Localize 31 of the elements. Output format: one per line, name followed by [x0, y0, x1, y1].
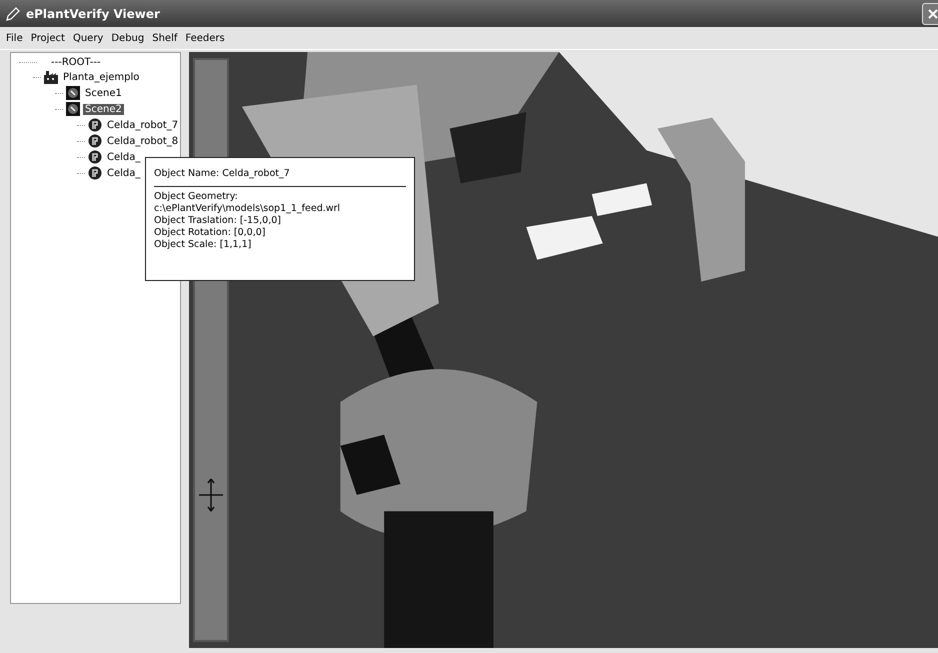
robot-icon [88, 134, 102, 148]
menu-item[interactable]: Shelf [152, 32, 178, 44]
scene-icon [66, 86, 80, 100]
tooltip-line: c:\ePlantVerify\models\sop1_1_feed.wrl [154, 203, 342, 215]
factory-icon [44, 70, 58, 84]
close-button[interactable] [922, 2, 938, 24]
scene-icon [66, 102, 80, 116]
menu-item[interactable]: Query [72, 32, 104, 44]
menu-item[interactable]: Project [30, 32, 65, 44]
tooltip-line: Object Rotation: [0,0,0] [154, 227, 266, 239]
tree-item[interactable]: Scene2 [83, 104, 124, 114]
tree-item[interactable]: Scene1 [83, 88, 124, 98]
tree-item[interactable]: Celda_robot_8 [105, 136, 180, 146]
tree-item[interactable]: Planta_ejemplo [61, 72, 142, 82]
tooltip-line: Object Geometry: [154, 191, 239, 203]
tree-item[interactable]: Celda_ [105, 152, 142, 162]
menu-item[interactable]: Feeders [185, 32, 225, 44]
menu-item[interactable]: File [6, 32, 23, 44]
tooltip-line: Object Scale: [1,1,1] [154, 239, 252, 251]
close-icon [927, 8, 938, 20]
tooltip-title: Object Name: Celda_robot_7 [154, 168, 291, 180]
robot-icon [88, 150, 102, 164]
tooltip-line: Object Traslation: [-15,0,0] [154, 215, 282, 227]
pencil-icon [6, 6, 20, 20]
window-title: ePlantVerify Viewer [26, 6, 161, 20]
tree-item[interactable]: Celda_robot_7 [105, 120, 180, 130]
menu-item[interactable]: Debug [111, 32, 144, 44]
robot-icon [88, 118, 102, 132]
tree-root: ---ROOT--- [51, 56, 101, 68]
robot-icon [88, 166, 102, 180]
tree-item[interactable]: Celda_ [105, 168, 142, 178]
